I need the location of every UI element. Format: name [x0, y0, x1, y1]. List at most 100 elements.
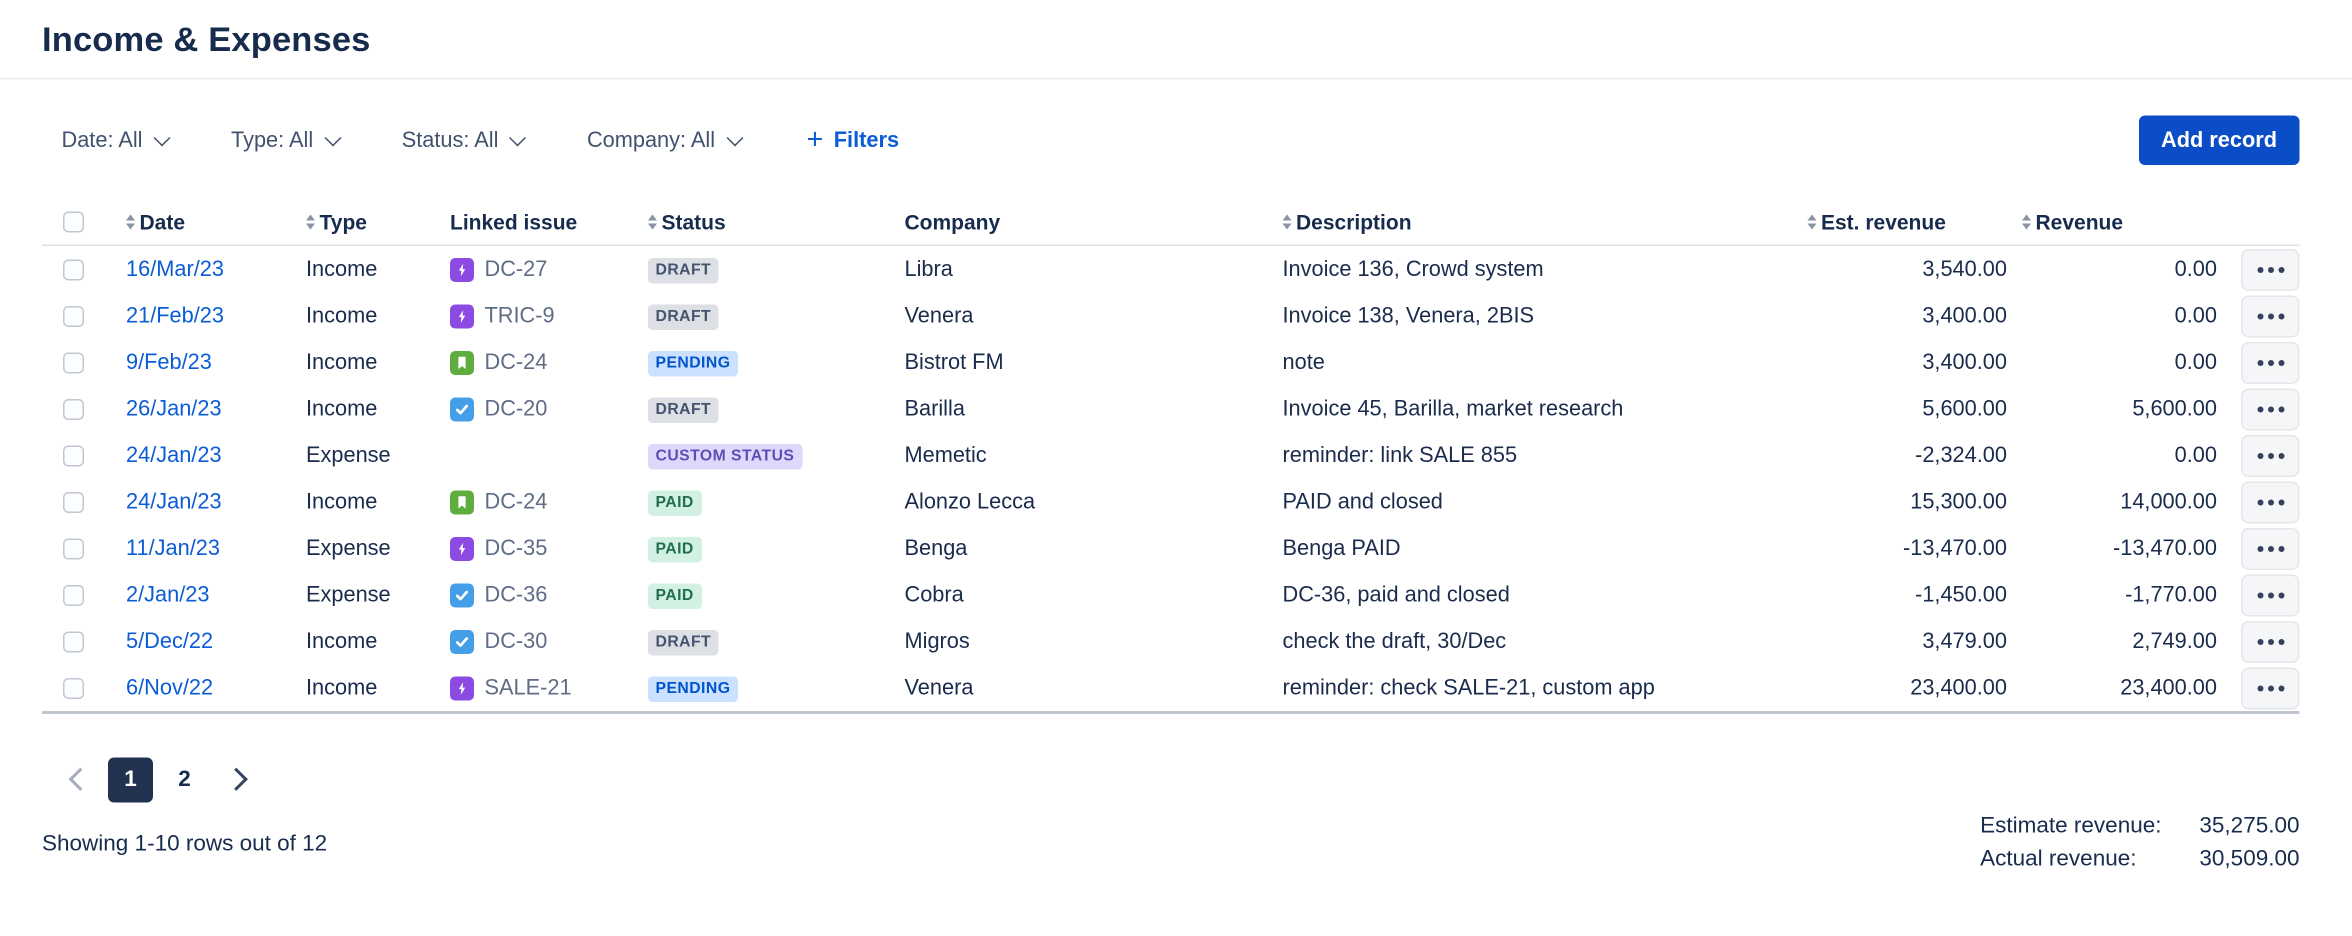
table-row: 9/Feb/23 Income DC-24 PENDING Bistrot FM… [42, 339, 2300, 386]
filter-company-label: Company: All [587, 128, 715, 152]
row-checkbox[interactable] [63, 352, 84, 373]
filter-status[interactable]: Status: All [402, 128, 524, 152]
row-actions-button[interactable] [2241, 527, 2300, 569]
row-checkbox[interactable] [63, 445, 84, 466]
page-button-2[interactable]: 2 [162, 757, 207, 802]
column-header-description[interactable]: Description [1271, 209, 1808, 233]
row-checkbox-cell [42, 259, 114, 280]
row-actions-button[interactable] [2241, 481, 2300, 523]
table-bottom-divider [42, 711, 2300, 713]
row-actions-button[interactable] [2241, 434, 2300, 476]
issue-type-icon [450, 676, 474, 700]
column-header-label: Linked issue [450, 209, 577, 233]
row-actions-button[interactable] [2241, 295, 2300, 337]
type-cell: Income [294, 350, 438, 374]
row-checkbox[interactable] [63, 538, 84, 559]
company-cell: Bistrot FM [893, 350, 1271, 374]
row-actions-button[interactable] [2241, 388, 2300, 430]
linked-issue-cell[interactable]: TRIC-9 [438, 304, 636, 328]
description-cell: reminder: check SALE-21, custom app [1271, 676, 1808, 700]
issue-type-icon [450, 350, 474, 374]
linked-issue-cell[interactable]: DC-36 [438, 583, 636, 607]
description-cell: note [1271, 350, 1808, 374]
linked-issue-cell[interactable]: DC-20 [438, 397, 636, 421]
date-link[interactable]: 11/Jan/23 [126, 536, 220, 560]
column-header-type[interactable]: Type [294, 209, 438, 233]
row-actions-button[interactable] [2241, 667, 2300, 709]
page-button-1[interactable]: 1 [108, 757, 153, 802]
row-checkbox[interactable] [63, 398, 84, 419]
status-badge: CUSTOM STATUS [648, 443, 802, 469]
sort-icon [306, 214, 315, 229]
status-cell: PENDING [636, 349, 893, 376]
description-cell: PAID and closed [1271, 490, 1808, 514]
revenue-cell: 0.00 [2010, 257, 2220, 281]
row-actions-button[interactable] [2241, 248, 2300, 290]
date-link[interactable]: 9/Feb/23 [126, 350, 212, 374]
column-header-revenue[interactable]: Revenue [2010, 209, 2220, 233]
linked-issue-cell[interactable]: DC-24 [438, 350, 636, 374]
add-record-button[interactable]: Add record [2138, 116, 2299, 166]
date-link[interactable]: 5/Dec/22 [126, 629, 213, 653]
date-link[interactable]: 24/Jan/23 [126, 490, 222, 514]
select-all-checkbox[interactable] [63, 211, 84, 232]
row-checkbox[interactable] [63, 305, 84, 326]
type-cell: Expense [294, 583, 438, 607]
date-link[interactable]: 26/Jan/23 [126, 397, 222, 421]
status-badge: DRAFT [648, 257, 719, 283]
issue-type-icon [450, 397, 474, 421]
previous-page-button[interactable] [54, 757, 99, 802]
date-link[interactable]: 2/Jan/23 [126, 583, 209, 607]
linked-issue-cell[interactable]: SALE-21 [438, 676, 636, 700]
add-filters-label: Filters [834, 128, 899, 152]
description-cell: check the draft, 30/Dec [1271, 629, 1808, 653]
row-actions-button[interactable] [2241, 620, 2300, 662]
description-cell: Invoice 136, Crowd system [1271, 257, 1808, 281]
row-checkbox[interactable] [63, 259, 84, 280]
column-header-label: Est. revenue [1821, 209, 1946, 233]
type-cell: Income [294, 676, 438, 700]
next-page-button[interactable] [216, 757, 261, 802]
row-checkbox[interactable] [63, 584, 84, 605]
column-header-est-revenue[interactable]: Est. revenue [1808, 209, 2011, 233]
row-checkbox[interactable] [63, 677, 84, 698]
filter-type[interactable]: Type: All [231, 128, 339, 152]
table-row: 5/Dec/22 Income DC-30 DRAFT Migros check… [42, 618, 2300, 665]
company-cell: Barilla [893, 397, 1271, 421]
est-revenue-cell: -13,470.00 [1808, 536, 2011, 560]
add-filters-button[interactable]: + Filters [807, 128, 899, 152]
sort-icon [1808, 214, 1817, 229]
linked-issue-cell[interactable]: DC-35 [438, 536, 636, 560]
issue-type-icon [450, 304, 474, 328]
column-header-label: Date [140, 209, 186, 233]
column-header-status[interactable]: Status [636, 209, 893, 233]
est-revenue-cell: 3,540.00 [1808, 257, 2011, 281]
filter-date[interactable]: Date: All [62, 128, 169, 152]
status-badge: PENDING [648, 350, 738, 376]
filter-company[interactable]: Company: All [587, 128, 741, 152]
linked-issue-cell[interactable]: DC-27 [438, 257, 636, 281]
row-actions-button[interactable] [2241, 341, 2300, 383]
date-link[interactable]: 6/Nov/22 [126, 676, 213, 700]
column-header-date[interactable]: Date [114, 209, 294, 233]
revenue-cell: 23,400.00 [2010, 676, 2220, 700]
table-row: 26/Jan/23 Income DC-20 DRAFT Barilla Inv… [42, 386, 2300, 433]
company-cell: Venera [893, 676, 1271, 700]
date-link[interactable]: 16/Mar/23 [126, 257, 224, 281]
table-row: 21/Feb/23 Income TRIC-9 DRAFT Venera Inv… [42, 293, 2300, 340]
row-actions-button[interactable] [2241, 574, 2300, 616]
company-cell: Venera [893, 304, 1271, 328]
row-checkbox-cell [42, 491, 114, 512]
type-cell: Expense [294, 536, 438, 560]
linked-issue-cell[interactable]: DC-24 [438, 490, 636, 514]
filter-type-label: Type: All [231, 128, 313, 152]
column-header-label: Type [320, 209, 367, 233]
est-revenue-cell: 3,479.00 [1808, 629, 2011, 653]
date-link[interactable]: 24/Jan/23 [126, 443, 222, 467]
est-revenue-cell: 3,400.00 [1808, 350, 2011, 374]
row-checkbox[interactable] [63, 491, 84, 512]
date-link[interactable]: 21/Feb/23 [126, 304, 224, 328]
row-checkbox[interactable] [63, 631, 84, 652]
row-actions-cell [2220, 527, 2300, 569]
linked-issue-cell[interactable]: DC-30 [438, 629, 636, 653]
